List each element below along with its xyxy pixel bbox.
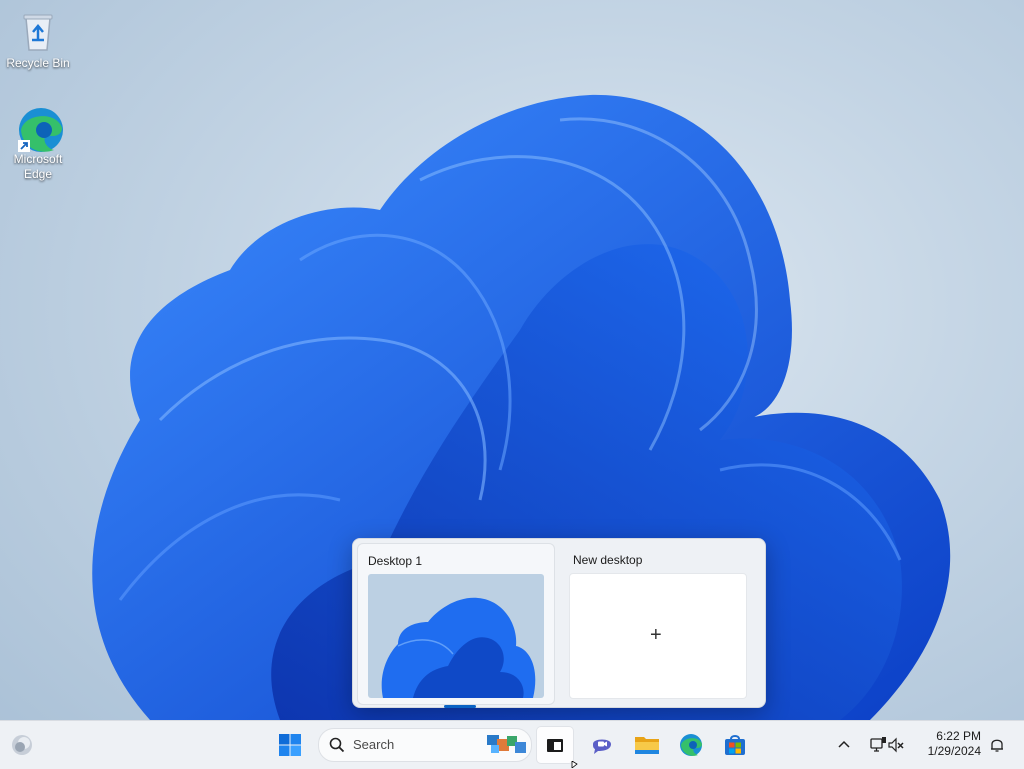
volume-muted-icon [888,737,904,753]
new-desktop-button[interactable]: + [569,573,747,699]
mouse-cursor-icon [571,761,578,768]
start-button[interactable] [272,727,308,763]
file-explorer-icon [635,737,659,754]
notifications-button[interactable] [982,727,1012,763]
edge-icon [16,106,63,152]
desktop-icon-label: Recycle Bin [6,56,70,70]
taskbar: Search 6:22 PM 1/29/2024 [0,720,1024,769]
recycle-bin-icon [16,10,60,54]
chevron-up-icon [838,740,850,748]
weather-icon [12,735,32,755]
desktop-icon-recycle-bin[interactable]: Recycle Bin [6,10,70,71]
task-view-button[interactable] [537,727,573,763]
search-box[interactable]: Search [318,728,532,762]
chat-button[interactable] [584,727,620,763]
store-button[interactable] [717,727,753,763]
clock[interactable]: 6:22 PM 1/29/2024 [928,729,981,759]
desktop-card-1[interactable]: Desktop 1 [357,543,555,708]
desktop-thumbnail[interactable] [368,574,544,698]
edge-icon [680,734,702,756]
task-view-icon [547,739,563,752]
plus-icon: + [650,624,662,646]
desktop-icon-edge[interactable]: Microsoft Edge [6,106,70,182]
teams-chat-icon [593,739,611,754]
store-icon [725,735,745,755]
search-icon [329,737,345,753]
new-desktop-title: New desktop [573,553,643,567]
show-hidden-icons-button[interactable] [827,727,861,763]
new-desktop-card[interactable]: New desktop + [563,543,759,703]
edge-taskbar-button[interactable] [673,727,709,763]
desktop-card-title: Desktop 1 [368,554,423,568]
widgets-button[interactable] [4,727,40,763]
active-desktop-indicator [444,705,476,708]
desktop-icon-label: Microsoft Edge [13,152,63,181]
task-view-panel: Desktop 1 New desktop + [352,538,766,708]
file-explorer-button[interactable] [629,727,665,763]
bell-icon [991,739,1003,752]
search-highlight-icon [487,735,526,753]
clock-time: 6:22 PM [936,729,981,743]
network-icon [870,737,886,752]
search-placeholder: Search [353,737,395,752]
start-icon [279,734,301,756]
network-volume-button[interactable] [862,727,912,763]
clock-date: 1/29/2024 [927,744,981,758]
